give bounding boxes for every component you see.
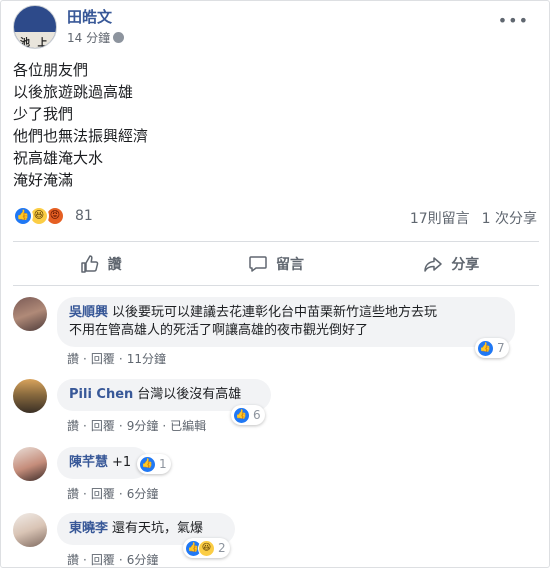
post-body: 各位朋友們 以後旅遊跳過高雄 少了我們 他們也無法振興經濟 祝高雄淹大水 淹好淹…	[13, 59, 533, 191]
post-text-line: 各位朋友們	[13, 61, 89, 79]
comments-count[interactable]: 17則留言	[410, 211, 470, 227]
share-button[interactable]: 分享	[364, 246, 539, 282]
comment-reaction-count: 2	[218, 541, 226, 555]
post-text-line: 他們也無法振興經濟	[13, 127, 149, 145]
comment-like-link[interactable]: 讚	[67, 553, 79, 567]
post-stats: 17則留言 1 次分享	[398, 208, 537, 228]
like-reaction-icon: 👍	[477, 339, 494, 357]
comment-bubble: 陳芊慧 +1	[57, 447, 149, 479]
comment-text: 不用在管高雄人的死活了啊讓高雄的夜市觀光倒好了	[69, 323, 369, 338]
shares-count[interactable]: 1 次分享	[482, 211, 537, 227]
facebook-post: 池 上 田皓文 14 分鐘 ••• 各位朋友們 以後旅遊跳過高雄 少了我們 他們…	[0, 0, 550, 568]
comment-author[interactable]: 吳順興	[69, 305, 108, 320]
divider	[13, 285, 539, 286]
post-text-line: 以後旅遊跳過高雄	[13, 83, 134, 101]
author-name[interactable]: 田皓文	[67, 6, 112, 27]
comment-text: 台灣以後沒有高雄	[137, 387, 242, 402]
comment-avatar[interactable]	[13, 447, 47, 481]
comment-text: 以後要玩可以建議去花連彰化台中苗栗新竹這些地方去玩	[112, 305, 438, 320]
comment-author[interactable]: 東曉李	[69, 521, 108, 536]
comment-reactions[interactable]: 👍 6	[231, 405, 265, 425]
comment-reaction-count: 6	[253, 408, 261, 422]
comment-reaction-count: 7	[497, 341, 505, 355]
comment-time[interactable]: 9分鐘	[127, 419, 159, 433]
avatar-sign-icon: 池 上	[20, 38, 50, 49]
thumbs-up-icon	[80, 255, 98, 273]
share-icon	[424, 257, 443, 272]
comment-reactions[interactable]: 👍 1	[137, 454, 171, 474]
comment: Pili Chen 台灣以後沒有高雄 👍 6 讚 · 回覆 · 9分鐘 · 已編輯	[13, 379, 539, 435]
comment-avatar[interactable]	[13, 379, 47, 413]
comment-text: +1	[112, 455, 132, 470]
comment-label: 留言	[275, 257, 304, 273]
comment-reaction-count: 1	[159, 457, 167, 471]
reaction-count[interactable]: 81	[75, 208, 93, 224]
comment-actions: 讚 · 回覆 · 6分鐘	[67, 553, 159, 567]
comment-author[interactable]: 陳芊慧	[69, 455, 108, 470]
share-label: 分享	[451, 257, 480, 273]
globe-icon	[113, 32, 125, 43]
comment-reply-link[interactable]: 回覆	[91, 419, 115, 433]
like-reaction-icon: 👍	[139, 455, 156, 473]
comment-actions: 讚 · 回覆 · 6分鐘	[67, 487, 159, 501]
author-avatar[interactable]: 池 上	[13, 5, 57, 49]
comment: 陳芊慧 +1 👍 1 讚 · 回覆 · 6分鐘	[13, 447, 539, 503]
like-reaction-icon: 👍	[233, 406, 250, 424]
comment-avatar[interactable]	[13, 297, 47, 331]
comment-button[interactable]: 留言	[188, 246, 363, 282]
comment-like-link[interactable]: 讚	[67, 487, 79, 501]
comment-time[interactable]: 6分鐘	[127, 487, 159, 501]
comment: 東曉李 還有天坑，氣爆 👍 😆 2 讚 · 回覆 · 6分鐘	[13, 513, 539, 568]
comment-author[interactable]: Pili Chen	[69, 387, 133, 402]
like-label: 讚	[107, 257, 122, 273]
comment-time[interactable]: 6分鐘	[127, 553, 159, 567]
divider	[13, 241, 539, 242]
comment-avatar[interactable]	[13, 513, 47, 547]
comment-text: 還有天坑，氣爆	[112, 521, 204, 536]
like-reaction-icon: 👍	[13, 206, 33, 226]
like-button[interactable]: 讚	[13, 246, 188, 282]
comment-actions: 讚 · 回覆 · 9分鐘 · 已編輯	[67, 419, 207, 433]
comment-reactions[interactable]: 👍 7	[475, 338, 509, 358]
comment-actions: 讚 · 回覆 · 11分鐘	[67, 352, 166, 366]
comment-reactions[interactable]: 👍 😆 2	[183, 538, 230, 558]
post-text-line: 少了我們	[13, 105, 74, 123]
comment-time[interactable]: 11分鐘	[127, 352, 166, 366]
comment-reply-link[interactable]: 回覆	[91, 352, 115, 366]
action-bar: 讚 留言 分享	[13, 246, 539, 282]
more-horizontal-icon[interactable]: •••	[498, 11, 529, 30]
comment-icon	[249, 256, 267, 272]
comment-edited-label[interactable]: 已編輯	[170, 419, 206, 433]
post-text-line: 淹好淹滿	[13, 171, 74, 189]
comment-like-link[interactable]: 讚	[67, 352, 79, 366]
comment-like-link[interactable]: 讚	[67, 419, 79, 433]
comment: 吳順興 以後要玩可以建議去花連彰化台中苗栗新竹這些地方去玩 不用在管高雄人的死活了…	[13, 297, 539, 367]
reaction-summary: 👍 😆 😡 81 17則留言 1 次分享	[13, 206, 539, 228]
haha-reaction-icon: 😆	[198, 539, 215, 557]
comment-bubble: 吳順興 以後要玩可以建議去花連彰化台中苗栗新竹這些地方去玩 不用在管高雄人的死活了…	[57, 297, 515, 347]
comment-reply-link[interactable]: 回覆	[91, 553, 115, 567]
post-text-line: 祝高雄淹大水	[13, 149, 104, 167]
post-header: 池 上 田皓文 14 分鐘 •••	[13, 5, 533, 49]
post-timestamp[interactable]: 14 分鐘	[67, 29, 125, 46]
comment-reply-link[interactable]: 回覆	[91, 487, 115, 501]
